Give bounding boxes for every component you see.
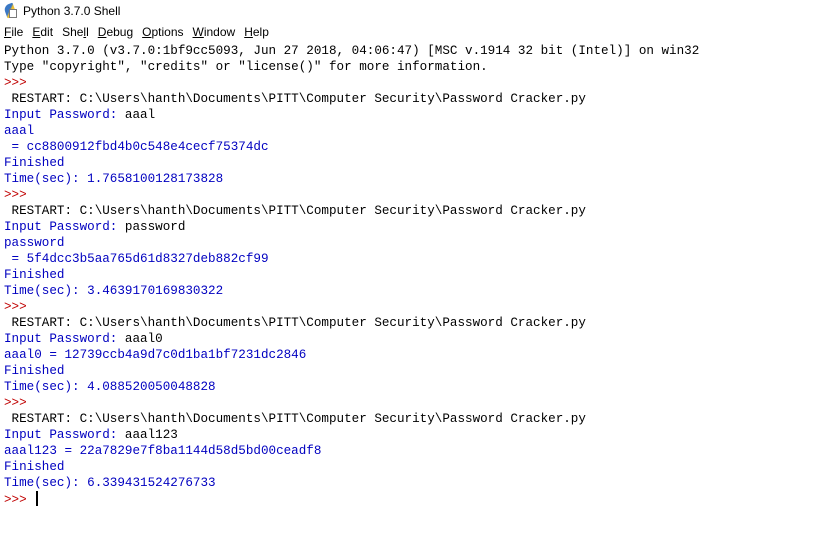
shell-output-line: aaal0 = 12739ccb4a9d7c0d1ba1bf7231dc2846 (4, 347, 816, 363)
menu-shell[interactable]: Shell (62, 25, 89, 39)
shell-output-line: = 5f4dcc3b5aa765d61d8327deb882cf99 (4, 251, 816, 267)
shell-output-line: RESTART: C:\Users\hanth\Documents\PITT\C… (4, 203, 816, 219)
output-text: aaal123 = 22a7829e7f8ba1144d58d5bd00cead… (4, 444, 322, 458)
user-input-text: password (124, 220, 186, 234)
shell-prompt-line: >>> (4, 299, 816, 315)
shell-output-line: = cc8800912fbd4b0c548e4cecf75374dc (4, 139, 816, 155)
shell-output-line: aaal (4, 123, 816, 139)
shell-output-line: Input Password: aaal123 (4, 427, 816, 443)
title-bar[interactable]: Python 3.7.0 Shell (0, 0, 816, 22)
shell-prompt-line: >>> (4, 395, 816, 411)
menu-window[interactable]: Window (193, 25, 236, 39)
output-text: aaal0 = 12739ccb4a9d7c0d1ba1bf7231dc2846 (4, 348, 307, 362)
prompt-text: >>> (4, 493, 35, 507)
output-text: RESTART: C:\Users\hanth\Documents\PITT\C… (4, 92, 586, 106)
output-text: Time(sec): 4.088520050048828 (4, 380, 216, 394)
output-text: RESTART: C:\Users\hanth\Documents\PITT\C… (4, 412, 586, 426)
output-text: Input Password: (4, 428, 125, 442)
user-input-text: aaal (124, 108, 156, 122)
prompt-text: >>> (4, 76, 35, 90)
output-text: Type "copyright", "credits" or "license(… (4, 60, 488, 74)
user-input-text: aaal0 (124, 332, 163, 346)
prompt-text: >>> (4, 396, 35, 410)
shell-output-line: Input Password: aaal (4, 107, 816, 123)
shell-output-line: Finished (4, 267, 816, 283)
shell-output-line: RESTART: C:\Users\hanth\Documents\PITT\C… (4, 91, 816, 107)
shell-prompt-line: >>> (4, 187, 816, 203)
menu-bar: File Edit Shell Debug Options Window Hel… (0, 22, 816, 42)
output-text: Input Password: (4, 332, 125, 346)
output-text: Time(sec): 3.4639170169830322 (4, 284, 224, 298)
shell-output-line: Input Password: aaal0 (4, 331, 816, 347)
output-text: aaal (4, 124, 35, 138)
user-input-text: aaal123 (124, 428, 178, 442)
active-prompt-line[interactable]: >>> (4, 491, 816, 507)
menu-debug[interactable]: Debug (98, 25, 133, 39)
shell-output-line: Type "copyright", "credits" or "license(… (4, 59, 816, 75)
window-title: Python 3.7.0 Shell (23, 4, 121, 18)
output-text: = cc8800912fbd4b0c548e4cecf75374dc (4, 140, 269, 154)
shell-text-area[interactable]: Python 3.7.0 (v3.7.0:1bf9cc5093, Jun 27 … (0, 43, 816, 543)
menu-help[interactable]: Help (244, 25, 269, 39)
shell-output-line: Finished (4, 363, 816, 379)
shell-output-line: Finished (4, 459, 816, 475)
menu-options[interactable]: Options (142, 25, 183, 39)
output-text: = 5f4dcc3b5aa765d61d8327deb882cf99 (4, 252, 269, 266)
shell-output-line: Input Password: password (4, 219, 816, 235)
output-text: Finished (4, 460, 65, 474)
output-text: Finished (4, 364, 65, 378)
shell-output-line: Time(sec): 3.4639170169830322 (4, 283, 816, 299)
shell-output-line: password (4, 235, 816, 251)
shell-output-line: RESTART: C:\Users\hanth\Documents\PITT\C… (4, 315, 816, 331)
shell-output-line: RESTART: C:\Users\hanth\Documents\PITT\C… (4, 411, 816, 427)
python-idle-icon (3, 2, 18, 19)
shell-output-line: Time(sec): 6.339431524276733 (4, 475, 816, 491)
shell-output-line: Time(sec): 1.7658100128173828 (4, 171, 816, 187)
shell-output-line: Python 3.7.0 (v3.7.0:1bf9cc5093, Jun 27 … (4, 43, 816, 59)
menu-edit[interactable]: Edit (32, 25, 53, 39)
prompt-text: >>> (4, 188, 35, 202)
prompt-text: >>> (4, 300, 35, 314)
output-text: RESTART: C:\Users\hanth\Documents\PITT\C… (4, 204, 586, 218)
output-text: Time(sec): 1.7658100128173828 (4, 172, 224, 186)
output-text: Input Password: (4, 108, 125, 122)
output-text: Input Password: (4, 220, 125, 234)
shell-prompt-line: >>> (4, 75, 816, 91)
output-text: password (4, 236, 65, 250)
menu-file[interactable]: File (4, 25, 23, 39)
output-text: Python 3.7.0 (v3.7.0:1bf9cc5093, Jun 27 … (4, 44, 700, 58)
output-text: RESTART: C:\Users\hanth\Documents\PITT\C… (4, 316, 586, 330)
output-text: Finished (4, 268, 65, 282)
shell-output-line: aaal123 = 22a7829e7f8ba1144d58d5bd00cead… (4, 443, 816, 459)
text-cursor (36, 491, 39, 506)
output-text: Finished (4, 156, 65, 170)
output-text: Time(sec): 6.339431524276733 (4, 476, 216, 490)
shell-output-line: Time(sec): 4.088520050048828 (4, 379, 816, 395)
shell-output-line: Finished (4, 155, 816, 171)
